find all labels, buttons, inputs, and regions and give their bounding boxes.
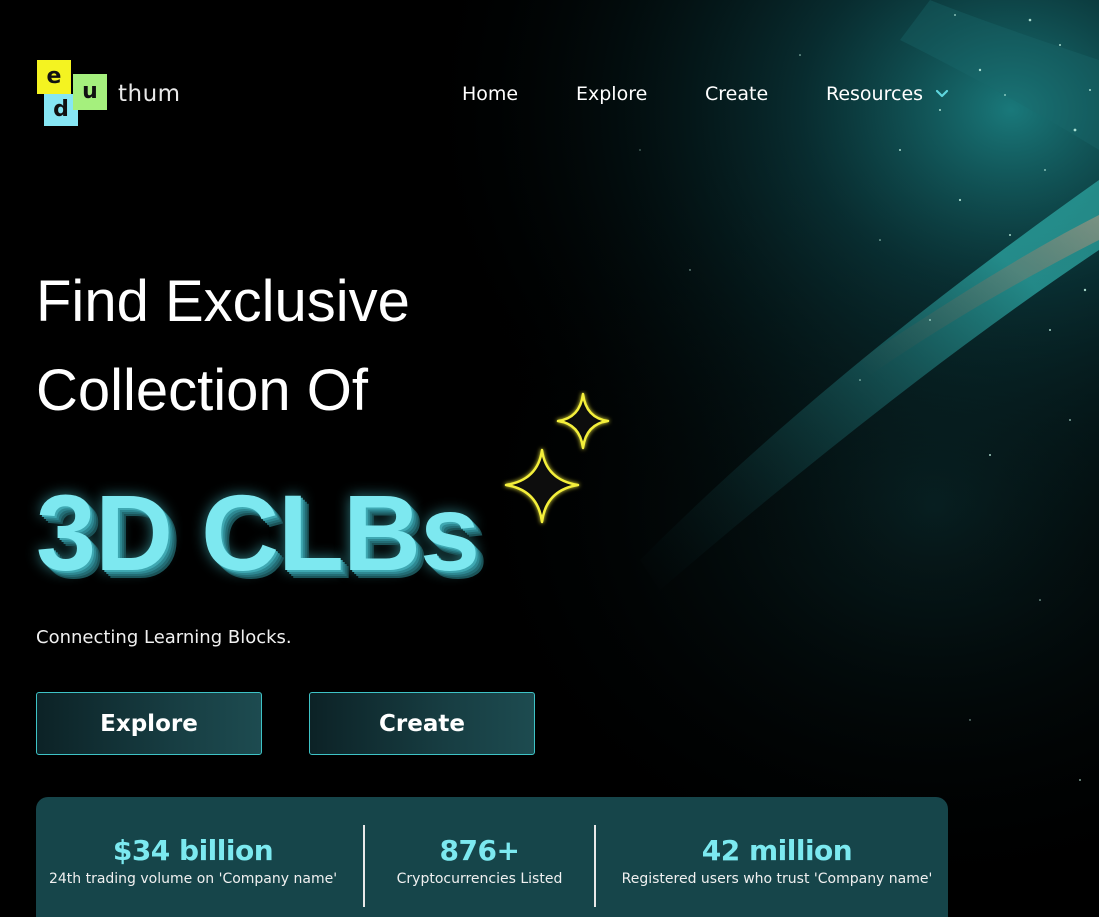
stats-panel: $34 billion 24th trading volume on 'Comp… [36, 797, 948, 917]
nav-home[interactable]: Home [462, 83, 518, 105]
stat-value: 876+ [439, 834, 520, 867]
stat-value: $34 billion [112, 834, 274, 867]
chevron-down-icon[interactable] [935, 89, 949, 99]
hero-title-line2: Collection Of [36, 358, 369, 423]
stat-label: Registered users who trust 'Company name… [621, 871, 933, 887]
stat-label: 24th trading volume on 'Company name' [48, 871, 338, 887]
landing-page: e d u thum Home Explore Create Resources… [0, 0, 1099, 917]
nav-create[interactable]: Create [705, 83, 768, 105]
stat-value: 42 million [701, 834, 853, 867]
hero-highlight: 3D CLBs [36, 472, 480, 593]
sparkle-icon [504, 392, 610, 524]
create-button[interactable]: Create [309, 692, 535, 755]
nav-resources[interactable]: Resources [826, 83, 923, 105]
stat-label: Cryptocurrencies Listed [396, 871, 563, 887]
stat-trading-volume: $34 billion 24th trading volume on 'Comp… [36, 834, 350, 888]
explore-button[interactable]: Explore [36, 692, 262, 755]
main-nav: Home Explore Create Resources [0, 83, 1099, 113]
stat-registered-users: 42 million Registered users who trust 'C… [596, 834, 958, 888]
stat-cryptocurrencies: 876+ Cryptocurrencies Listed [365, 834, 594, 888]
hero-subtitle: Connecting Learning Blocks. [36, 627, 292, 648]
nav-explore[interactable]: Explore [576, 83, 647, 105]
hero-title-line1: Find Exclusive [36, 269, 410, 334]
